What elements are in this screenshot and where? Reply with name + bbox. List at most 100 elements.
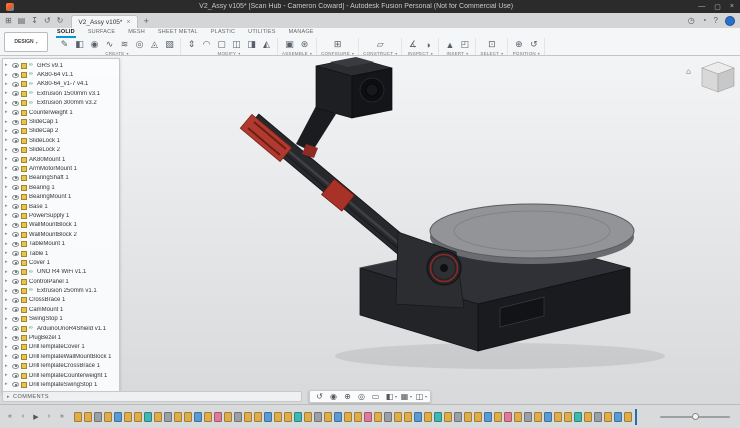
visibility-eye-icon[interactable] <box>12 204 19 209</box>
visibility-eye-icon[interactable] <box>12 213 19 218</box>
expand-caret-icon[interactable]: ▸ <box>5 91 10 96</box>
new-tab-button[interactable]: + <box>144 16 149 26</box>
comments-bar[interactable]: ▸ COMMENTS <box>2 391 302 402</box>
browser-item[interactable]: ▸CrossBrace 1 <box>3 296 119 305</box>
model-camera-motor-cluster[interactable] <box>296 57 392 158</box>
browser-item[interactable]: ▸BearingShaft 1 <box>3 174 119 183</box>
insert-mesh-icon[interactable]: ▲ <box>443 38 456 51</box>
browser-item[interactable]: ▸∞GRS v9.1 <box>3 61 119 70</box>
expand-caret-icon[interactable]: ▸ <box>5 110 10 115</box>
visibility-eye-icon[interactable] <box>12 326 19 331</box>
decal-icon[interactable]: ◰ <box>458 38 471 51</box>
close-button[interactable]: × <box>730 3 734 11</box>
expand-caret-icon[interactable]: ▸ <box>5 63 10 68</box>
visibility-eye-icon[interactable] <box>12 242 19 247</box>
visibility-eye-icon[interactable] <box>12 148 19 153</box>
workspace-selector[interactable]: DESIGN ▾ <box>4 32 48 52</box>
timeline-playhead[interactable] <box>635 409 637 425</box>
timeline-feature-icon[interactable] <box>424 412 432 422</box>
timeline-feature-icon[interactable] <box>454 412 462 422</box>
timeline-feature-icon[interactable] <box>374 412 382 422</box>
timeline-feature-icon[interactable] <box>434 412 442 422</box>
timeline-feature-icon[interactable] <box>584 412 592 422</box>
timeline-feature-icon[interactable] <box>194 412 202 422</box>
timeline-feature-icon[interactable] <box>464 412 472 422</box>
revert-position-icon[interactable]: ↺ <box>527 38 540 51</box>
browser-item[interactable]: ▸ControlPanel 1 <box>3 277 119 286</box>
timeline-feature-icon[interactable] <box>564 412 572 422</box>
visibility-eye-icon[interactable] <box>12 129 19 134</box>
maximize-button[interactable]: ▢ <box>714 3 721 11</box>
timeline-feature-icon[interactable] <box>74 412 82 422</box>
expand-caret-icon[interactable]: ▸ <box>5 73 10 78</box>
visibility-eye-icon[interactable] <box>12 138 19 143</box>
document-tab[interactable]: V2_Assy v105* × <box>71 15 137 28</box>
browser-item[interactable]: ▸Cover 1 <box>3 258 119 267</box>
timeline-feature-icon[interactable] <box>264 412 272 422</box>
timeline-feature-icon[interactable] <box>94 412 102 422</box>
timeline-feature-icon[interactable] <box>574 412 582 422</box>
timeline-zoom-slider[interactable] <box>660 410 730 424</box>
notifications-icon[interactable]: ◔ <box>702 16 707 25</box>
browser-item[interactable]: ▸Bearing 1 <box>3 183 119 192</box>
timeline-feature-icon[interactable] <box>344 412 352 422</box>
visibility-eye-icon[interactable] <box>12 382 19 387</box>
press-pull-icon[interactable]: ⇕ <box>185 38 198 51</box>
timeline-feature-icon[interactable] <box>184 412 192 422</box>
browser-item[interactable]: ▸DrillTemplateSwingStop 1 <box>3 380 119 389</box>
timeline-feature-icon[interactable] <box>594 412 602 422</box>
timeline-feature-icon[interactable] <box>274 412 282 422</box>
capture-position-icon[interactable]: ⊕ <box>512 38 525 51</box>
timeline-feature-icon[interactable] <box>174 412 182 422</box>
timeline-feature-icon[interactable] <box>154 412 162 422</box>
browser-item[interactable]: ▸∞Extrusion 300mm v3.2 <box>3 99 119 108</box>
close-tab-icon[interactable]: × <box>126 19 130 26</box>
view-cube[interactable]: ⌂ <box>686 62 734 92</box>
browser-item[interactable]: ▸∞Extrusion 250mm v1.1 <box>3 286 119 295</box>
browser-item[interactable]: ▸∞ArduinoUnoR4Shield v1.1 <box>3 324 119 333</box>
visibility-eye-icon[interactable] <box>12 336 19 341</box>
visibility-eye-icon[interactable] <box>12 354 19 359</box>
timeline-feature-icon[interactable] <box>544 412 552 422</box>
expand-caret-icon[interactable]: ▸ <box>5 336 10 341</box>
timeline-feature-icon[interactable] <box>224 412 232 422</box>
loft-icon[interactable]: ≋ <box>118 38 131 51</box>
visibility-eye-icon[interactable] <box>12 232 19 237</box>
extrude-icon[interactable]: ◧ <box>73 38 86 51</box>
browser-item[interactable]: ▸PowerSupply 1 <box>3 211 119 220</box>
select-icon[interactable]: ⊡ <box>485 38 498 51</box>
revolve-icon[interactable]: ◉ <box>88 38 101 51</box>
slider-knob[interactable] <box>692 413 699 420</box>
visibility-eye-icon[interactable] <box>12 195 19 200</box>
timeline-feature-icon[interactable] <box>354 412 362 422</box>
file-menu-icon[interactable]: ▤ <box>18 17 26 25</box>
browser-item[interactable]: ▸∞AK80-64 v1.1 <box>3 70 119 79</box>
visibility-eye-icon[interactable] <box>12 279 19 284</box>
expand-caret-icon[interactable]: ▸ <box>5 373 10 378</box>
expand-caret-icon[interactable]: ▸ <box>5 138 10 143</box>
ribbon-tab-mesh[interactable]: MESH <box>127 29 146 38</box>
ribbon-tab-solid[interactable]: SOLID <box>56 29 76 38</box>
timeline-feature-icon[interactable] <box>394 412 402 422</box>
browser-item[interactable]: ▸∞UNO R4 WiFi v1.1 <box>3 268 119 277</box>
timeline-feature-icon[interactable] <box>294 412 302 422</box>
primitives-icon[interactable]: ▧ <box>163 38 176 51</box>
timeline-feature-icon[interactable] <box>164 412 172 422</box>
visibility-eye-icon[interactable] <box>12 223 19 228</box>
go-to-end-button[interactable]: » <box>56 410 68 424</box>
expand-caret-icon[interactable]: ▸ <box>5 166 10 171</box>
offset-face-icon[interactable]: ◨ <box>245 38 258 51</box>
configure-icon[interactable]: ⊞ <box>331 38 344 51</box>
timeline-feature-icon[interactable] <box>504 412 512 422</box>
step-forward-button[interactable]: › <box>43 410 55 424</box>
browser-item[interactable]: ▸Counterweight 1 <box>3 108 119 117</box>
timeline-feature-icon[interactable] <box>304 412 312 422</box>
browser-item[interactable]: ▸DrillTemplateCounterweight 1 <box>3 371 119 380</box>
play-button[interactable]: ▶ <box>30 410 42 424</box>
new-component-icon[interactable]: ▣ <box>283 38 296 51</box>
minimize-button[interactable]: — <box>698 3 705 11</box>
expand-caret-icon[interactable]: ▸ <box>5 382 10 387</box>
timeline-feature-icon[interactable] <box>244 412 252 422</box>
timeline-feature-icon[interactable] <box>254 412 262 422</box>
browser-item[interactable]: ▸BearingMount 1 <box>3 192 119 201</box>
